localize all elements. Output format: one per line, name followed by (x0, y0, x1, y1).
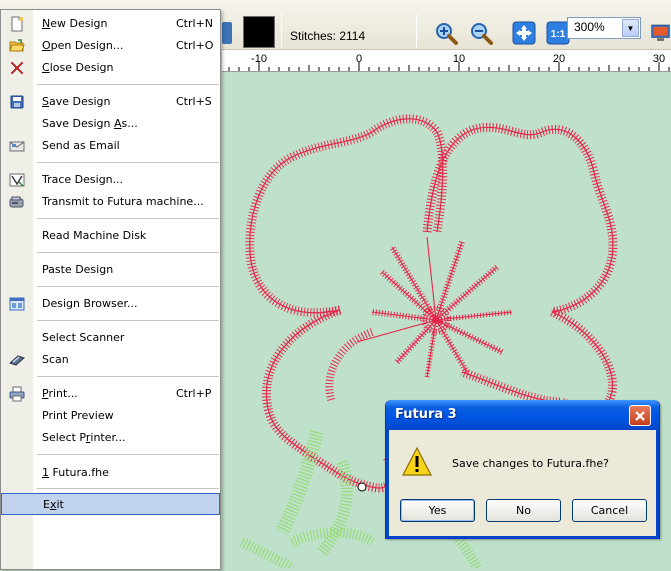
menu-separator (37, 320, 219, 321)
menu-separator (37, 162, 219, 163)
menu-item-label: Paste Design (42, 263, 114, 276)
menu-item-label: Print... (42, 387, 78, 400)
menu-item-label: Trace Design... (42, 173, 124, 186)
chevron-down-icon[interactable]: ▼ (622, 19, 639, 37)
menu-item-save-design-as[interactable]: Save Design As... (1, 113, 220, 135)
zoom-value: 300% (574, 20, 605, 34)
zoom-out-icon[interactable] (468, 20, 494, 46)
design-browser-icon (9, 296, 25, 312)
menu-item-new-design[interactable]: New Design Ctrl+N (1, 13, 220, 35)
cancel-button[interactable]: Cancel (572, 499, 647, 522)
menu-item-shortcut: Ctrl+P (176, 387, 212, 400)
no-button[interactable]: No (486, 499, 561, 522)
ruler-label: 30 (652, 53, 666, 65)
dialog-title-bar[interactable]: Futura 3 (386, 400, 659, 430)
trace-icon (9, 172, 25, 188)
menu-separator (37, 454, 219, 455)
menu-separator (37, 376, 219, 377)
yes-button[interactable]: Yes (400, 499, 475, 522)
menu-item-select-scanner[interactable]: Select Scanner (1, 327, 220, 349)
menu-item-trace-design[interactable]: Trace Design... (1, 169, 220, 191)
horizontal-ruler: -10 0 10 20 30 (222, 50, 671, 72)
scan-icon (9, 352, 25, 368)
file-menu: New Design Ctrl+N Open Design... Ctrl+O … (0, 9, 221, 570)
transmit-icon (9, 194, 25, 210)
menu-item-scan[interactable]: Scan (1, 349, 220, 371)
menu-item-label: Exit (43, 498, 64, 511)
svg-text:1:1: 1:1 (551, 29, 566, 40)
menu-separator (37, 286, 219, 287)
zoom-in-icon[interactable] (433, 20, 459, 46)
dialog-message: Save changes to Futura.fhe? (452, 457, 609, 470)
monitor-icon[interactable] (650, 20, 671, 46)
menu-separator (37, 84, 219, 85)
menu-item-send-as-email[interactable]: Send as Email (1, 135, 220, 157)
printer-icon (9, 386, 25, 402)
ruler-label: 0 (355, 53, 363, 65)
open-folder-icon (9, 38, 25, 54)
ruler-label: 10 (452, 53, 466, 65)
menu-separator (37, 252, 219, 253)
menu-item-label: Print Preview (42, 409, 114, 422)
menu-item-close-design[interactable]: Close Design (1, 57, 220, 79)
menu-item-read-machine-disk[interactable]: Read Machine Disk (1, 225, 220, 247)
menu-item-transmit[interactable]: Transmit to Futura machine... (1, 191, 220, 213)
warning-icon (402, 446, 432, 476)
menu-item-label: Send as Email (42, 139, 120, 152)
fit-to-window-icon[interactable] (511, 20, 537, 46)
menu-item-label: Select Scanner (42, 331, 125, 344)
menu-separator (37, 218, 219, 219)
ruler-label: -10 (251, 53, 267, 65)
menu-separator (37, 488, 219, 489)
menu-item-select-printer[interactable]: Select Printer... (1, 427, 220, 449)
toolbar-separator (416, 14, 417, 48)
menu-item-label: Close Design (42, 61, 114, 74)
menu-item-save-design[interactable]: Save Design Ctrl+S (1, 91, 220, 113)
menu-item-label: New Design (42, 17, 108, 30)
toolbar-separator (281, 14, 282, 48)
menu-item-open-design[interactable]: Open Design... Ctrl+O (1, 35, 220, 57)
new-design-icon (9, 16, 25, 32)
menu-item-label: Save Design (42, 95, 111, 108)
menu-item-label: Scan (42, 353, 69, 366)
menu-item-paste-design[interactable]: Paste Design (1, 259, 220, 281)
menu-item-label: Select Printer... (42, 431, 126, 444)
menu-item-design-browser[interactable]: Design Browser... (1, 293, 220, 315)
ruler-ticks (228, 62, 670, 71)
menu-item-label: Design Browser... (42, 297, 138, 310)
menu-item-label: 1 Futura.fhe (42, 466, 109, 479)
save-changes-dialog: Futura 3 Save changes to Futura.fhe? Yes… (385, 400, 660, 539)
toolbar-button-partial[interactable] (222, 22, 232, 44)
dialog-title: Futura 3 (395, 407, 457, 422)
menu-item-label: Open Design... (42, 39, 124, 52)
zoom-select[interactable]: 300% ▼ (567, 17, 641, 39)
close-icon[interactable] (629, 405, 651, 426)
thread-color-swatch[interactable] (243, 16, 275, 48)
menu-item-print-preview[interactable]: Print Preview (1, 405, 220, 427)
menu-item-label: Transmit to Futura machine... (42, 195, 204, 208)
menu-item-recent-file[interactable]: 1 Futura.fhe (1, 462, 220, 484)
save-disk-icon (9, 94, 25, 110)
stitch-count: Stitches: 2114 (290, 29, 366, 43)
menu-item-print[interactable]: Print... Ctrl+P (1, 383, 220, 405)
close-x-icon (9, 60, 25, 76)
menu-item-shortcut: Ctrl+S (176, 95, 212, 108)
menu-item-label: Save Design As... (42, 117, 138, 130)
email-icon (9, 138, 25, 154)
ruler-label: 20 (552, 53, 566, 65)
dialog-body: Save changes to Futura.fhe? Yes No Cance… (386, 430, 659, 538)
menu-item-shortcut: Ctrl+O (176, 39, 214, 52)
menu-item-label: Read Machine Disk (42, 229, 147, 242)
menu-item-exit[interactable]: Exit (1, 493, 220, 515)
menu-item-shortcut: Ctrl+N (176, 17, 214, 30)
